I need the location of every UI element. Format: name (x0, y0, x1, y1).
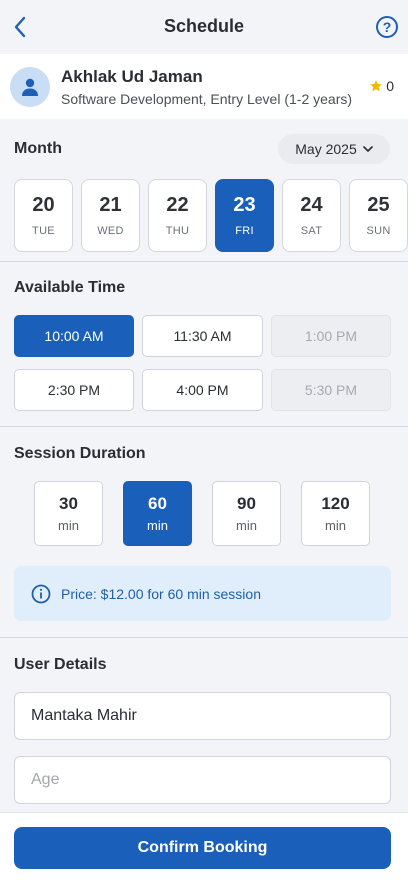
time-slot: 5:30 PM (271, 369, 391, 411)
age-field[interactable] (14, 756, 391, 804)
confirm-booking-button[interactable]: Confirm Booking (14, 827, 391, 869)
footer-bar: Confirm Booking (0, 812, 408, 882)
day-of-week: SUN (366, 225, 391, 237)
day-number: 21 (99, 194, 122, 216)
day-25[interactable]: 25 SUN (349, 179, 408, 252)
duration-option-90[interactable]: 90 min (212, 481, 281, 546)
month-value: May 2025 (295, 141, 357, 157)
day-number: 24 (300, 194, 323, 216)
day-20[interactable]: 20 TUE (14, 179, 73, 252)
duration-unit: min (325, 518, 346, 533)
divider (0, 426, 408, 427)
duration-value: 90 (237, 494, 256, 513)
day-24[interactable]: 24 SAT (282, 179, 341, 252)
duration-unit: min (58, 518, 79, 533)
divider (0, 637, 408, 638)
day-21[interactable]: 21 WED (81, 179, 140, 252)
rating-value: 0 (386, 78, 394, 94)
available-time-label: Available Time (14, 279, 126, 296)
duration-options: 30 min 60 min 90 min 120 min (34, 481, 370, 546)
price-text: Price: $12.00 for 60 min session (61, 585, 261, 602)
rating: 0 (369, 78, 394, 94)
day-23[interactable]: 23 FRI (215, 179, 274, 252)
time-slot-grid: 10:00 AM 11:30 AM 1:00 PM 2:30 PM 4:00 P… (14, 315, 391, 411)
info-icon (31, 584, 51, 603)
duration-unit: min (147, 518, 168, 533)
day-22[interactable]: 22 THU (148, 179, 207, 252)
day-number: 25 (367, 194, 390, 216)
time-slot[interactable]: 4:00 PM (142, 369, 263, 411)
divider (0, 261, 408, 262)
page-title: Schedule (163, 16, 245, 36)
day-of-week: TUE (32, 225, 55, 237)
month-dropdown[interactable]: May 2025 (278, 134, 390, 164)
price-info-box: Price: $12.00 for 60 min session (14, 566, 391, 621)
mentor-card: Akhlak Ud Jaman Software Development, En… (0, 54, 408, 119)
day-number: 23 (233, 194, 256, 216)
help-button[interactable]: ? (376, 16, 398, 38)
duration-value: 120 (321, 494, 350, 513)
star-icon (370, 80, 383, 92)
day-of-week: THU (165, 225, 190, 237)
date-picker: 20 TUE 21 WED 22 THU 23 FRI 24 SAT 25 SU… (14, 179, 408, 253)
month-label: Month (14, 140, 62, 157)
time-slot[interactable]: 10:00 AM (14, 315, 134, 357)
name-field[interactable] (14, 692, 391, 740)
duration-value: 30 (59, 494, 78, 513)
time-slot: 1:00 PM (271, 315, 391, 357)
time-slot[interactable]: 11:30 AM (142, 315, 263, 357)
avatar (10, 67, 50, 107)
time-slot[interactable]: 2:30 PM (14, 369, 134, 411)
day-number: 20 (32, 194, 55, 216)
duration-value: 60 (148, 494, 167, 513)
duration-option-120[interactable]: 120 min (301, 481, 370, 546)
help-icon: ? (382, 19, 392, 35)
day-of-week: WED (97, 225, 124, 237)
day-of-week: FRI (235, 225, 254, 237)
duration-unit: min (236, 518, 257, 533)
mentor-subtitle: Software Development, Entry Level (1-2 y… (61, 91, 353, 107)
user-details-label: User Details (14, 656, 107, 673)
session-duration-label: Session Duration (14, 445, 146, 462)
day-number: 22 (166, 194, 189, 216)
duration-option-60[interactable]: 60 min (123, 481, 192, 546)
header: Schedule ? (0, 0, 408, 54)
chevron-down-icon (362, 146, 373, 152)
duration-option-30[interactable]: 30 min (34, 481, 103, 546)
person-icon (22, 78, 38, 96)
mentor-name: Akhlak Ud Jaman (61, 67, 203, 86)
day-of-week: SAT (300, 225, 323, 237)
